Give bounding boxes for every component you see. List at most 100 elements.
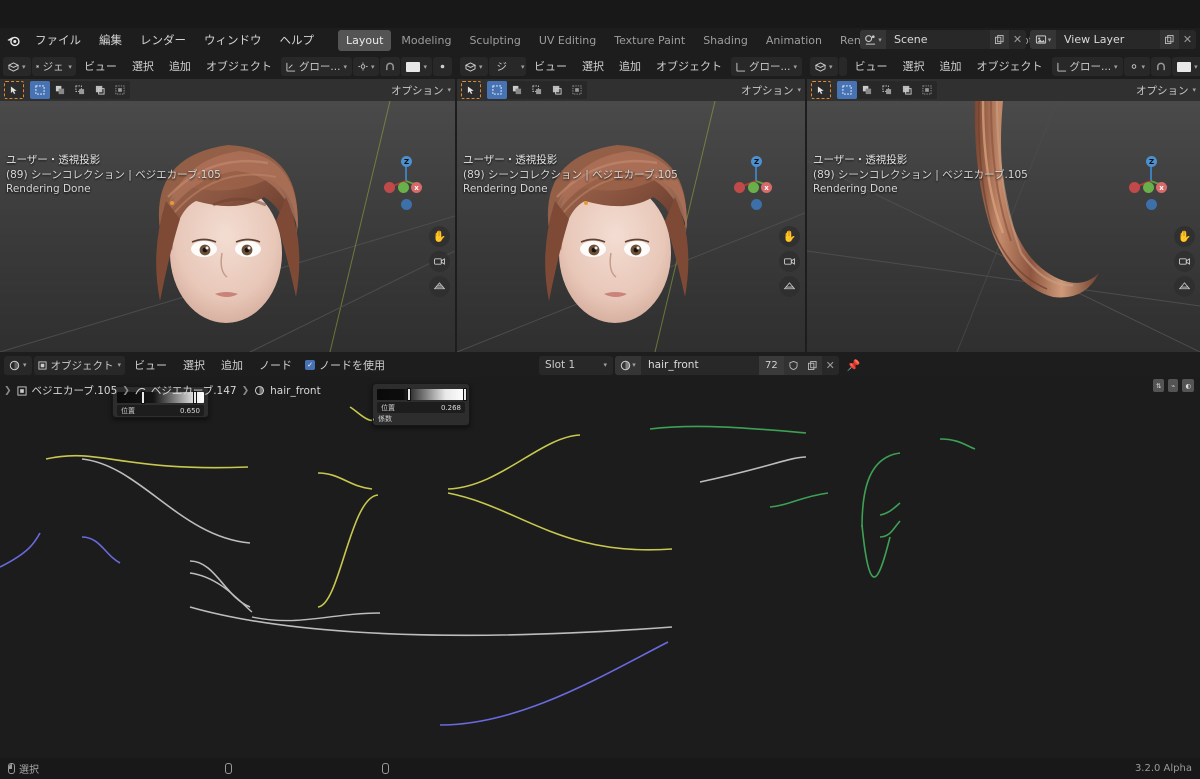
breadcrumb-item-2[interactable]: hair_front bbox=[270, 385, 321, 397]
viewport-left-menu-object[interactable]: オブジェクト bbox=[199, 54, 279, 79]
camera-icon[interactable] bbox=[1174, 251, 1195, 272]
viewport-left-nav-gizmo[interactable]: Z x bbox=[379, 154, 433, 210]
viewport-right-nav-gizmo[interactable]: Z x bbox=[1124, 154, 1178, 210]
node-menu-view[interactable]: ビュー bbox=[127, 353, 174, 378]
viewport-left[interactable]: ▾ オブジェク...▾ ビュー 選択 追加 オブジェクト グロー...▾ ▾ ▾ bbox=[0, 54, 455, 352]
gizmo-axis-x[interactable]: x bbox=[761, 182, 772, 193]
material-slot-selector[interactable]: Slot 1 ▾ bbox=[539, 355, 614, 375]
view-layer-close-icon[interactable]: ✕ bbox=[1179, 30, 1196, 49]
menu-edit[interactable]: 編集 bbox=[90, 28, 131, 53]
transform-orientation-selector[interactable]: グロー... ▾ bbox=[730, 57, 802, 76]
viewport-right-mode-selector[interactable]: オブジェク...▾ bbox=[838, 57, 847, 76]
scene-name[interactable]: Scene bbox=[886, 30, 990, 49]
workspace-tab-modeling[interactable]: Modeling bbox=[393, 30, 459, 51]
workspace-tab-shading[interactable]: Shading bbox=[695, 30, 756, 51]
hand-icon[interactable]: ✋ bbox=[1174, 226, 1195, 247]
viewport-right-menu-select[interactable]: 選択 bbox=[896, 54, 932, 79]
material-name[interactable]: hair_front bbox=[641, 355, 760, 375]
menu-render[interactable]: レンダー bbox=[131, 28, 195, 53]
select-difference-icon[interactable] bbox=[917, 81, 937, 99]
ramp-fac-socket-small-mid[interactable]: 係数 bbox=[373, 414, 469, 424]
menu-help[interactable]: ヘルプ bbox=[271, 28, 324, 53]
select-subtract-icon[interactable] bbox=[70, 81, 90, 99]
material-users-count[interactable]: 72 bbox=[759, 355, 784, 375]
shader-node-editor[interactable]: ▾ オブジェクト ▾ ビュー 選択 追加 ノード ✓ ノードを使用 Slot 1 ▾… bbox=[0, 353, 1200, 779]
viewport-right-options-button[interactable]: オプション ▾ bbox=[1136, 83, 1196, 98]
fake-user-icon[interactable] bbox=[783, 355, 803, 375]
gizmo-axis-z[interactable]: Z bbox=[401, 156, 412, 167]
node-snap-icon[interactable]: ⇅ bbox=[1152, 379, 1165, 392]
viewport-center-menu-object[interactable]: オブジェクト bbox=[649, 54, 729, 79]
hand-icon[interactable]: ✋ bbox=[779, 226, 800, 247]
shader-type-selector[interactable]: オブジェクト ▾ bbox=[33, 355, 126, 375]
gizmo-axis-x-neg[interactable] bbox=[1129, 182, 1140, 193]
transform-orientation-selector[interactable]: グロー... ▾ bbox=[1051, 57, 1123, 76]
workspace-tab-animation[interactable]: Animation bbox=[758, 30, 830, 51]
scene-close-icon[interactable]: ✕ bbox=[1009, 30, 1026, 49]
ramp-gradient-bar-small-mid[interactable] bbox=[377, 388, 467, 401]
snap-element-selector[interactable]: ▾ bbox=[401, 57, 432, 76]
viewport-center-menu-add[interactable]: 追加 bbox=[612, 54, 648, 79]
view-layer-selector[interactable]: ▾ View Layer ✕ bbox=[1030, 30, 1196, 49]
menu-file[interactable]: ファイル bbox=[26, 28, 90, 53]
material-unlink-icon[interactable]: ✕ bbox=[822, 356, 839, 375]
scene-selector[interactable]: ▾ Scene ✕ bbox=[860, 30, 1026, 49]
snap-element-selector[interactable]: ▾ bbox=[1172, 57, 1200, 76]
hand-icon[interactable]: ✋ bbox=[429, 226, 450, 247]
viewport-center-menu-select[interactable]: 選択 bbox=[575, 54, 611, 79]
select-box-icon[interactable] bbox=[837, 81, 857, 99]
viewport-left-options-button[interactable]: オプション ▾ bbox=[391, 83, 451, 98]
select-subtract-icon[interactable] bbox=[527, 81, 547, 99]
viewport-left-menu-view[interactable]: ビュー bbox=[77, 54, 124, 79]
gizmo-axis-x-neg[interactable] bbox=[734, 182, 745, 193]
snap-target-selector[interactable]: ▾ bbox=[1123, 57, 1151, 76]
material-duplicate-icon[interactable] bbox=[802, 355, 822, 375]
viewport-center[interactable]: ▾ オブジェク...▾ ビュー 選択 追加 オブジェクト グロー...▾ bbox=[457, 54, 805, 352]
grid-icon[interactable] bbox=[429, 276, 450, 297]
select-difference-icon[interactable] bbox=[567, 81, 587, 99]
gizmo-axis-y[interactable] bbox=[398, 182, 409, 193]
viewport-center-canvas[interactable]: ユーザー・透視投影 (89) シーンコレクション | ベジエカーブ.105 Re… bbox=[457, 101, 805, 352]
cursor-select-icon[interactable] bbox=[4, 81, 24, 99]
ramp-stop[interactable] bbox=[407, 388, 411, 401]
workspace-tab-sculpting[interactable]: Sculpting bbox=[461, 30, 528, 51]
scene-duplicate-icon[interactable] bbox=[990, 30, 1009, 49]
magnet-icon[interactable] bbox=[380, 57, 401, 76]
editor-type-3dview-icon[interactable]: ▾ bbox=[460, 57, 488, 76]
viewport-center-mode-selector[interactable]: オブジェク...▾ bbox=[488, 57, 526, 76]
blender-logo-icon[interactable] bbox=[0, 28, 26, 53]
node-menu-select[interactable]: 選択 bbox=[176, 353, 212, 378]
viewport-left-menu-add[interactable]: 追加 bbox=[162, 54, 198, 79]
gizmo-axis-x[interactable]: x bbox=[411, 182, 422, 193]
breadcrumb-item-0[interactable]: ベジエカーブ.105 bbox=[32, 383, 118, 398]
gizmo-axis-z-neg[interactable] bbox=[401, 199, 412, 210]
gizmo-axis-z[interactable]: Z bbox=[751, 156, 762, 167]
gizmo-axis-x-neg[interactable] bbox=[384, 182, 395, 193]
menu-window[interactable]: ウィンドウ bbox=[195, 28, 271, 53]
view-layer-name[interactable]: View Layer bbox=[1056, 30, 1160, 49]
camera-icon[interactable] bbox=[429, 251, 450, 272]
pin-icon[interactable]: 📌 bbox=[841, 359, 867, 372]
workspace-tab-texture-paint[interactable]: Texture Paint bbox=[606, 30, 693, 51]
view-layer-duplicate-icon[interactable] bbox=[1160, 30, 1179, 49]
gizmo-axis-y[interactable] bbox=[1143, 182, 1154, 193]
viewport-right-menu-view[interactable]: ビュー bbox=[848, 54, 895, 79]
snap-target-selector[interactable]: ▾ bbox=[352, 57, 380, 76]
editor-type-shader-icon[interactable]: ▾ bbox=[4, 355, 32, 375]
select-extend-icon[interactable] bbox=[857, 81, 877, 99]
viewport-left-canvas[interactable]: ユーザー・透視投影 (89) シーンコレクション | ベジエカーブ.105 Re… bbox=[0, 101, 455, 352]
cursor-select-icon[interactable] bbox=[461, 81, 481, 99]
node-canvas[interactable]: ❯ ベジエカーブ.105 ❯ ベジエカーブ.147 ❯ hair_front 位… bbox=[0, 377, 1200, 779]
gizmo-axis-y[interactable] bbox=[748, 182, 759, 193]
select-extend-icon[interactable] bbox=[507, 81, 527, 99]
select-box-icon[interactable] bbox=[487, 81, 507, 99]
viewport-right-menu-add[interactable]: 追加 bbox=[933, 54, 969, 79]
editor-type-3dview-icon[interactable]: ▾ bbox=[810, 57, 838, 76]
ramp-position-field-small-left[interactable]: 位置 0.650 bbox=[117, 405, 204, 416]
grid-icon[interactable] bbox=[779, 276, 800, 297]
cursor-select-icon[interactable] bbox=[811, 81, 831, 99]
node-overlay-icon[interactable]: ◐ bbox=[1182, 379, 1194, 392]
use-nodes-toggle[interactable]: ✓ ノードを使用 bbox=[301, 357, 385, 373]
breadcrumb-item-1[interactable]: ベジエカーブ.147 bbox=[151, 383, 237, 398]
node-menu-node[interactable]: ノード bbox=[252, 353, 299, 378]
